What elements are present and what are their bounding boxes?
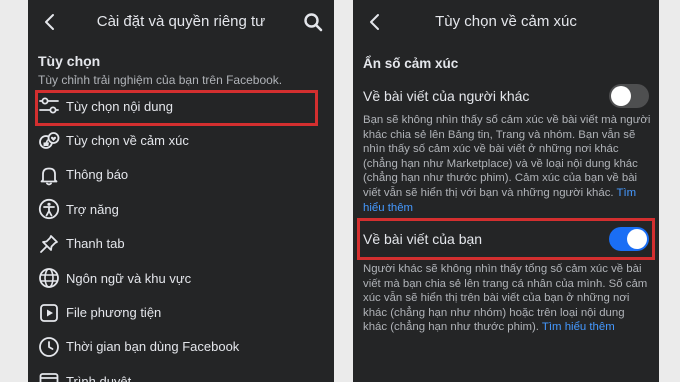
others-posts-row: Về bài viết của người khác [363,82,649,110]
back-arrow-icon[interactable] [40,10,60,34]
reactions-icon [38,130,60,152]
menu-item-label: Thanh tab [66,236,125,252]
menu-item-label: Thời gian bạn dùng Facebook [66,339,240,355]
menu-item-label: Trợ năng [66,201,119,217]
preferences-description: Tùy chỉnh trải nghiệm của bạn trên Faceb… [38,73,283,87]
menu-item-browser[interactable]: Trình duyệt [28,364,334,382]
pin-icon [38,233,60,255]
menu-item-label: Trình duyệt [66,373,132,382]
reaction-header: Tùy chọn về cảm xúc [353,0,659,44]
menu-item-media[interactable]: File phương tiện [28,295,334,329]
reaction-preferences-screen: Tùy chọn về cảm xúc Ẩn số cảm xúc Về bài… [353,0,659,382]
page-title: Cài đặt và quyền riêng tư [96,13,266,30]
settings-screen: Cài đặt và quyền riêng tư Tùy chọn Tùy c… [28,0,334,382]
sliders-icon [38,95,60,117]
menu-item-notifications[interactable]: Thông báo [28,158,334,192]
bell-icon [38,164,60,186]
learn-more-link[interactable]: Tìm hiểu thêm [542,321,615,333]
your-posts-toggle[interactable] [609,227,649,251]
page-title: Tùy chọn về cảm xúc [435,13,577,30]
menu-item-label: File phương tiện [66,305,162,321]
toggle-knob [611,86,631,106]
menu-item-label: Tùy chọn nội dung [66,98,173,114]
description-text: Bạn sẽ không nhìn thấy số cảm xúc về bài… [363,114,651,199]
menu-item-content-preferences[interactable]: Tùy chọn nội dung [28,89,334,123]
toggle-knob [627,229,647,249]
media-icon [38,302,60,324]
settings-header: Cài đặt và quyền riêng tư [28,0,334,44]
your-posts-description: Người khác sẽ không nhìn thấy tổng số cả… [363,262,651,335]
menu-item-accessibility[interactable]: Trợ năng [28,192,334,226]
search-icon[interactable] [302,10,324,34]
menu-item-language-region[interactable]: Ngôn ngữ và khu vực [28,261,334,295]
back-arrow-icon[interactable] [365,10,385,34]
menu-item-label: Tùy chọn về cảm xúc [66,133,189,149]
others-posts-description: Bạn sẽ không nhìn thấy số cảm xúc về bài… [363,113,651,215]
menu-item-label: Ngôn ngữ và khu vực [66,270,192,286]
globe-icon [38,267,60,289]
menu-item-reaction-preferences[interactable]: Tùy chọn về cảm xúc [28,123,334,157]
menu-item-label: Thông báo [66,167,129,183]
your-posts-row: Về bài viết của bạn [363,225,649,253]
your-posts-label: Về bài viết của bạn [363,231,483,247]
others-posts-toggle[interactable] [609,84,649,108]
accessibility-icon [38,198,60,220]
preferences-heading: Tùy chọn [38,53,101,69]
others-posts-label: Về bài viết của người khác [363,88,530,104]
menu-item-time-on-facebook[interactable]: Thời gian bạn dùng Facebook [28,330,334,364]
browser-icon [38,370,60,382]
clock-icon [38,336,60,358]
hide-reaction-count-heading: Ẩn số cảm xúc [363,56,459,71]
menu-item-tab-bar[interactable]: Thanh tab [28,227,334,261]
preferences-menu: Tùy chọn nội dung Tùy chọn về cảm xúc Th… [28,89,334,382]
